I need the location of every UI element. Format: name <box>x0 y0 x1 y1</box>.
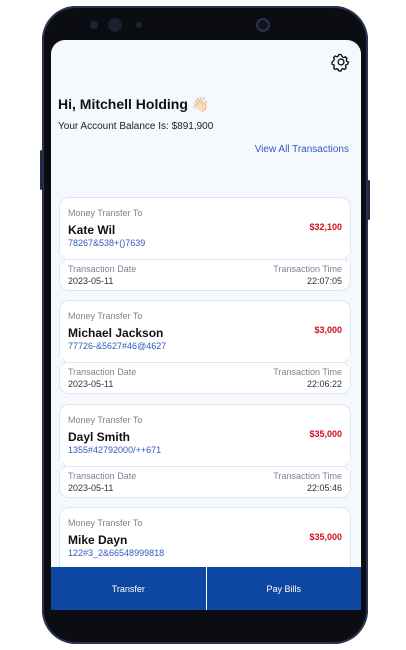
ticket-notch-left <box>54 357 65 367</box>
transaction-time: 22:06:22 <box>306 379 342 389</box>
bottom-nav: Transfer Pay Bills <box>51 567 361 610</box>
account-number: 78267&538+()7639 <box>68 238 146 248</box>
card-divider <box>60 466 350 467</box>
ticket-notch-right <box>345 254 356 264</box>
transaction-date: 2023-05-11 <box>68 483 114 493</box>
transaction-amount: $35,000 <box>309 532 342 542</box>
card-divider <box>60 259 350 260</box>
power-button <box>367 180 370 220</box>
transfer-type-label: Money Transfer To <box>68 518 143 528</box>
transaction-amount: $35,000 <box>309 429 342 439</box>
ticket-notch-left <box>54 254 65 264</box>
account-number: 77726-&5627#46@4627 <box>68 341 167 351</box>
camera-bar <box>60 14 350 36</box>
recipient-name: Michael Jackson <box>68 326 164 340</box>
transfer-type-label: Money Transfer To <box>68 208 143 218</box>
sensor-dot <box>90 21 98 29</box>
greeting: Hi, Mitchell Holding 👋🏻 <box>58 96 209 113</box>
greeting-text: Hi, Mitchell Holding <box>58 96 188 112</box>
account-balance: Your Account Balance Is: $891,900 <box>58 121 214 132</box>
recipient-name: Mike Dayn <box>68 533 128 547</box>
card-divider <box>60 362 350 363</box>
account-number: 122#3_2&66548999818 <box>68 548 165 558</box>
transaction-time-label: Transaction Time <box>273 471 342 481</box>
transaction-card[interactable]: Money Transfer To Dayl Smith 1355#427920… <box>54 404 356 498</box>
ticket-notch-left <box>54 461 65 471</box>
camera-lens <box>256 18 270 32</box>
transaction-date: 2023-05-11 <box>68 379 114 389</box>
recipient-name: Dayl Smith <box>68 430 131 444</box>
transaction-time-label: Transaction Time <box>273 264 342 274</box>
transaction-date-label: Transaction Date <box>68 264 137 274</box>
transfer-button[interactable]: Transfer <box>51 567 206 610</box>
view-all-transactions-link[interactable]: View All Transactions <box>255 144 349 155</box>
transfer-type-label: Money Transfer To <box>68 311 143 321</box>
transaction-date: 2023-05-11 <box>68 276 114 286</box>
transaction-date-label: Transaction Date <box>68 471 137 481</box>
gear-icon[interactable] <box>331 52 351 72</box>
volume-button <box>40 150 43 190</box>
transaction-time: 22:07:05 <box>306 276 342 286</box>
transaction-card[interactable]: Money Transfer To Kate Wil 78267&538+()7… <box>54 197 356 291</box>
pay-bills-button[interactable]: Pay Bills <box>205 567 361 610</box>
speaker-dot <box>136 22 142 28</box>
wave-emoji: 👋🏻 <box>191 96 210 112</box>
transaction-card[interactable]: Money Transfer To Michael Jackson 77726-… <box>54 300 356 394</box>
transaction-date-label: Transaction Date <box>68 367 137 377</box>
recipient-name: Kate Wil <box>68 223 116 237</box>
transaction-amount: $32,100 <box>309 222 342 232</box>
account-number: 1355#42792000/++671 <box>68 445 162 455</box>
transaction-amount: $3,000 <box>314 325 342 335</box>
transfer-type-label: Money Transfer To <box>68 415 143 425</box>
ticket-notch-right <box>345 461 356 471</box>
app-screen: Hi, Mitchell Holding 👋🏻 Your Account Bal… <box>51 40 361 610</box>
ticket-notch-right <box>345 357 356 367</box>
transaction-time-label: Transaction Time <box>273 367 342 377</box>
front-camera <box>108 18 122 32</box>
transaction-time: 22:05:46 <box>306 483 342 493</box>
